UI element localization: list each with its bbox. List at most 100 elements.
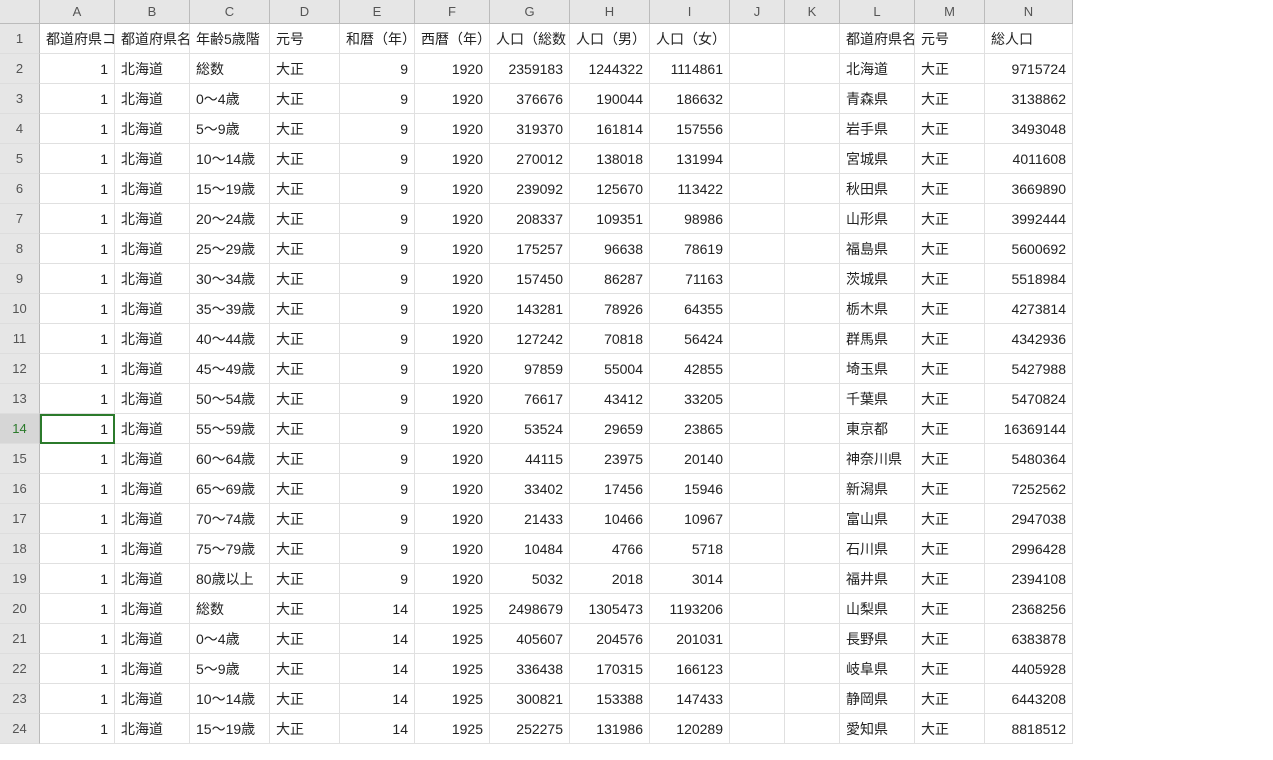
cell-H9[interactable]: 86287 — [570, 264, 650, 294]
cell-C22[interactable]: 5～9歳 — [190, 654, 270, 684]
cell-I6[interactable]: 113422 — [650, 174, 730, 204]
cell-G18[interactable]: 10484 — [490, 534, 570, 564]
cell-B22[interactable]: 北海道 — [115, 654, 190, 684]
cell-G11[interactable]: 127242 — [490, 324, 570, 354]
cell-C15[interactable]: 60～64歳 — [190, 444, 270, 474]
cell-A15[interactable]: 1 — [40, 444, 115, 474]
cell-C3[interactable]: 0～4歳 — [190, 84, 270, 114]
cell-N7[interactable]: 3992444 — [985, 204, 1073, 234]
cell-I10[interactable]: 64355 — [650, 294, 730, 324]
cell-E14[interactable]: 9 — [340, 414, 415, 444]
cell-E22[interactable]: 14 — [340, 654, 415, 684]
cell-G3[interactable]: 376676 — [490, 84, 570, 114]
row-header-21[interactable]: 21 — [0, 624, 40, 654]
cell-C24[interactable]: 15～19歳 — [190, 714, 270, 744]
col-header-K[interactable]: K — [785, 0, 840, 24]
cell-L17[interactable]: 富山県 — [840, 504, 915, 534]
cell-G20[interactable]: 2498679 — [490, 594, 570, 624]
cell-D17[interactable]: 大正 — [270, 504, 340, 534]
cell-E16[interactable]: 9 — [340, 474, 415, 504]
cell-N9[interactable]: 5518984 — [985, 264, 1073, 294]
cell-D13[interactable]: 大正 — [270, 384, 340, 414]
cell-M15[interactable]: 大正 — [915, 444, 985, 474]
cell-G7[interactable]: 208337 — [490, 204, 570, 234]
cell-I17[interactable]: 10967 — [650, 504, 730, 534]
cell-D11[interactable]: 大正 — [270, 324, 340, 354]
row-header-20[interactable]: 20 — [0, 594, 40, 624]
cell-F4[interactable]: 1920 — [415, 114, 490, 144]
cell-E19[interactable]: 9 — [340, 564, 415, 594]
cell-A3[interactable]: 1 — [40, 84, 115, 114]
cell-J19[interactable] — [730, 564, 785, 594]
cell-B7[interactable]: 北海道 — [115, 204, 190, 234]
cell-K5[interactable] — [785, 144, 840, 174]
cell-I9[interactable]: 71163 — [650, 264, 730, 294]
header-cell[interactable] — [785, 24, 840, 54]
cell-G24[interactable]: 252275 — [490, 714, 570, 744]
header-cell[interactable]: 人口（男） — [570, 24, 650, 54]
cell-K8[interactable] — [785, 234, 840, 264]
cell-I2[interactable]: 1114861 — [650, 54, 730, 84]
cell-C12[interactable]: 45～49歳 — [190, 354, 270, 384]
cell-E18[interactable]: 9 — [340, 534, 415, 564]
cell-K7[interactable] — [785, 204, 840, 234]
cell-G6[interactable]: 239092 — [490, 174, 570, 204]
cell-C19[interactable]: 80歳以上 — [190, 564, 270, 594]
header-cell[interactable]: 元号 — [915, 24, 985, 54]
cell-K12[interactable] — [785, 354, 840, 384]
cell-G17[interactable]: 21433 — [490, 504, 570, 534]
cell-M10[interactable]: 大正 — [915, 294, 985, 324]
cell-K18[interactable] — [785, 534, 840, 564]
cell-N10[interactable]: 4273814 — [985, 294, 1073, 324]
cell-C14[interactable]: 55～59歳 — [190, 414, 270, 444]
cell-K13[interactable] — [785, 384, 840, 414]
cell-J20[interactable] — [730, 594, 785, 624]
cell-F11[interactable]: 1920 — [415, 324, 490, 354]
cell-I5[interactable]: 131994 — [650, 144, 730, 174]
cell-C5[interactable]: 10～14歳 — [190, 144, 270, 174]
cell-C21[interactable]: 0～4歳 — [190, 624, 270, 654]
cell-G12[interactable]: 97859 — [490, 354, 570, 384]
cell-G14[interactable]: 53524 — [490, 414, 570, 444]
row-header-7[interactable]: 7 — [0, 204, 40, 234]
cell-L9[interactable]: 茨城県 — [840, 264, 915, 294]
cell-A24[interactable]: 1 — [40, 714, 115, 744]
cell-B24[interactable]: 北海道 — [115, 714, 190, 744]
cell-M3[interactable]: 大正 — [915, 84, 985, 114]
cell-E11[interactable]: 9 — [340, 324, 415, 354]
header-cell[interactable]: 元号 — [270, 24, 340, 54]
cell-F21[interactable]: 1925 — [415, 624, 490, 654]
cell-I23[interactable]: 147433 — [650, 684, 730, 714]
cell-H4[interactable]: 161814 — [570, 114, 650, 144]
cell-L20[interactable]: 山梨県 — [840, 594, 915, 624]
cell-D10[interactable]: 大正 — [270, 294, 340, 324]
cell-I16[interactable]: 15946 — [650, 474, 730, 504]
cell-N24[interactable]: 8818512 — [985, 714, 1073, 744]
cell-F8[interactable]: 1920 — [415, 234, 490, 264]
header-cell[interactable]: 人口（総数 — [490, 24, 570, 54]
cell-N3[interactable]: 3138862 — [985, 84, 1073, 114]
cell-N4[interactable]: 3493048 — [985, 114, 1073, 144]
cell-A20[interactable]: 1 — [40, 594, 115, 624]
cell-E15[interactable]: 9 — [340, 444, 415, 474]
cell-J2[interactable] — [730, 54, 785, 84]
cell-H13[interactable]: 43412 — [570, 384, 650, 414]
cell-F17[interactable]: 1920 — [415, 504, 490, 534]
row-header-23[interactable]: 23 — [0, 684, 40, 714]
cell-I14[interactable]: 23865 — [650, 414, 730, 444]
cell-H8[interactable]: 96638 — [570, 234, 650, 264]
row-header-12[interactable]: 12 — [0, 354, 40, 384]
col-header-A[interactable]: A — [40, 0, 115, 24]
cell-N15[interactable]: 5480364 — [985, 444, 1073, 474]
cell-K11[interactable] — [785, 324, 840, 354]
cell-E24[interactable]: 14 — [340, 714, 415, 744]
row-header-15[interactable]: 15 — [0, 444, 40, 474]
cell-C11[interactable]: 40～44歳 — [190, 324, 270, 354]
cell-E5[interactable]: 9 — [340, 144, 415, 174]
cell-H6[interactable]: 125670 — [570, 174, 650, 204]
cell-D7[interactable]: 大正 — [270, 204, 340, 234]
cell-N13[interactable]: 5470824 — [985, 384, 1073, 414]
cell-G5[interactable]: 270012 — [490, 144, 570, 174]
cell-L2[interactable]: 北海道 — [840, 54, 915, 84]
cell-F24[interactable]: 1925 — [415, 714, 490, 744]
